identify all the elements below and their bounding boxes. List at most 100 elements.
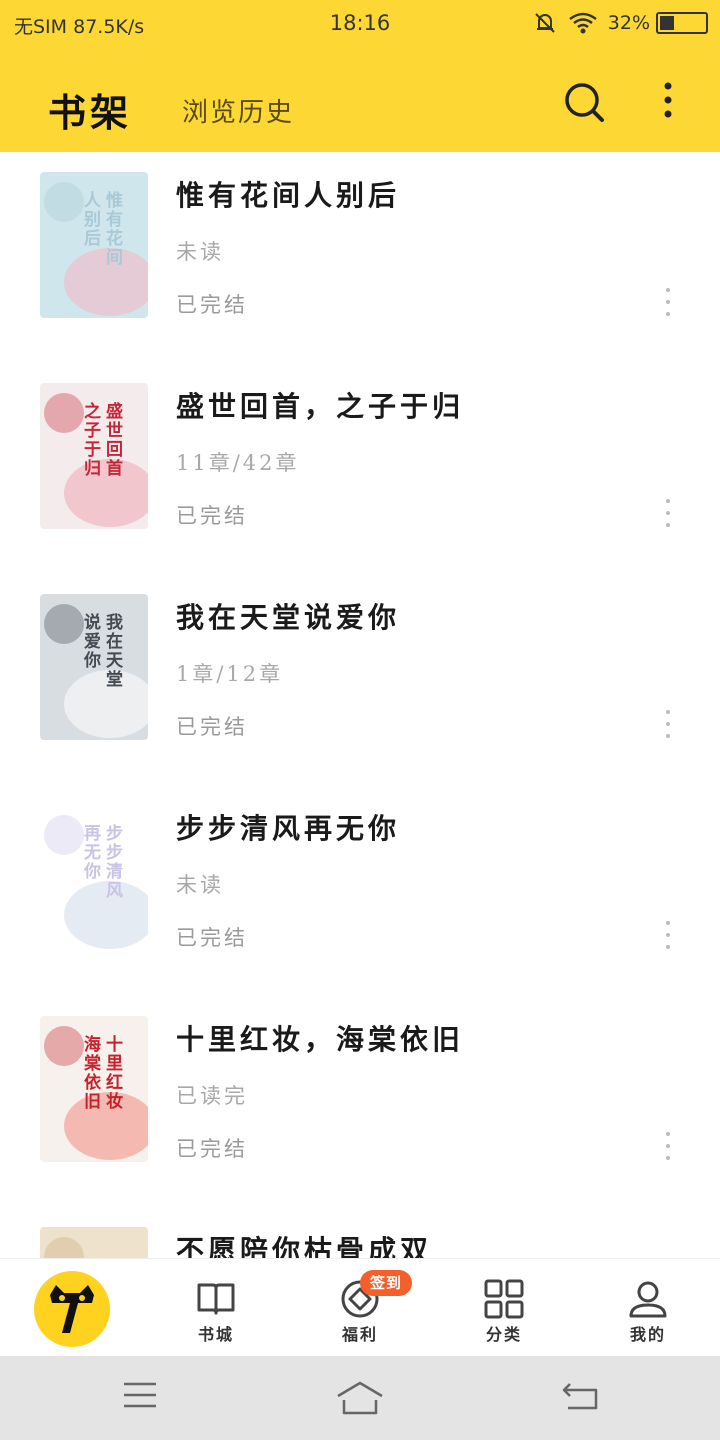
svg-text:天: 天 bbox=[106, 651, 124, 671]
nav-category[interactable]: 分类 bbox=[454, 1259, 554, 1357]
tab-browse-history[interactable]: 浏览历史 bbox=[182, 92, 294, 129]
book-title[interactable]: 惟有花间人别后 bbox=[176, 174, 400, 214]
book-status: 已完结 bbox=[176, 1137, 248, 1161]
more-menu-button[interactable] bbox=[652, 80, 684, 120]
book-title[interactable]: 步步清风再无你 bbox=[176, 807, 400, 847]
svg-text:在: 在 bbox=[106, 631, 123, 652]
nav-welfare-label: 福利 bbox=[341, 1325, 378, 1344]
search-button[interactable] bbox=[562, 80, 606, 124]
svg-text:于: 于 bbox=[84, 440, 101, 460]
book-row[interactable]: 惟有花间人别后惟有花间人别后 未读 已完结 bbox=[0, 152, 720, 363]
book-row[interactable]: 盛世回首 之子于归 盛世回首，之子于归 11章/42章 已完结 bbox=[0, 363, 720, 574]
more-dot bbox=[666, 933, 670, 937]
battery-percent: 32% bbox=[607, 12, 650, 34]
svg-text:之: 之 bbox=[84, 401, 101, 422]
more-dot bbox=[666, 523, 670, 527]
book-row[interactable]: 步步清风再无你步步清风再无你 未读 已完结 bbox=[0, 785, 720, 996]
svg-text:十: 十 bbox=[106, 1034, 123, 1055]
book-progress: 11章/42章 bbox=[176, 451, 300, 475]
svg-text:后: 后 bbox=[84, 229, 101, 249]
svg-text:我: 我 bbox=[106, 613, 123, 633]
book-status: 已完结 bbox=[176, 293, 248, 317]
svg-text:世: 世 bbox=[106, 421, 123, 441]
svg-text:无: 无 bbox=[83, 843, 101, 863]
book-cover[interactable] bbox=[40, 1227, 148, 1258]
book-more-icon[interactable] bbox=[658, 1130, 678, 1162]
book-title[interactable]: 盛世回首，之子于归 bbox=[176, 385, 464, 425]
more-vertical-icon bbox=[664, 82, 672, 118]
battery-icon bbox=[656, 12, 708, 34]
book-row[interactable]: 不愿陪你枯骨成双 bbox=[0, 1207, 720, 1258]
book-more-icon[interactable] bbox=[658, 708, 678, 740]
svg-text:妆: 妆 bbox=[106, 1091, 123, 1112]
battery-fill bbox=[660, 16, 674, 30]
book-cover[interactable]: 惟有花间 人别后 bbox=[40, 172, 148, 318]
book-cover[interactable]: 盛世回首 之子于归 bbox=[40, 383, 148, 529]
book-cover[interactable]: 我在天堂 说爱你 bbox=[40, 594, 148, 740]
more-dot bbox=[666, 312, 670, 316]
book-more-icon[interactable] bbox=[658, 919, 678, 951]
battery-indicator: 32% bbox=[608, 12, 708, 34]
nav-category-label: 分类 bbox=[485, 1325, 522, 1344]
app-header: 无SIM 87.5K/s 18:16 32% 书架 浏览历史 bbox=[0, 0, 720, 152]
bell-off-icon bbox=[535, 13, 555, 33]
menu-icon[interactable] bbox=[122, 1380, 158, 1410]
more-dot bbox=[666, 1144, 670, 1148]
svg-text:别: 别 bbox=[83, 210, 101, 230]
more-dot bbox=[666, 722, 670, 726]
svg-text:依: 依 bbox=[84, 1072, 102, 1093]
search-icon bbox=[565, 83, 604, 122]
cat-logo-icon bbox=[50, 1285, 94, 1333]
grid-icon bbox=[484, 1279, 524, 1319]
more-dot bbox=[666, 300, 670, 304]
svg-text:回: 回 bbox=[106, 440, 123, 460]
nav-bookstore[interactable]: 书城 bbox=[166, 1259, 266, 1357]
book-progress: 未读 bbox=[176, 873, 224, 897]
more-dot bbox=[666, 288, 670, 292]
book-cover-art: 惟有花间 人别后 bbox=[40, 172, 148, 318]
svg-text:有: 有 bbox=[106, 209, 123, 230]
home-icon[interactable] bbox=[336, 1380, 384, 1416]
book-cover-art: 十里红妆 海棠依旧 bbox=[40, 1016, 148, 1162]
svg-text:子: 子 bbox=[84, 421, 101, 441]
book-cover-art: 盛世回首 之子于归 bbox=[40, 383, 148, 529]
svg-text:红: 红 bbox=[106, 1072, 123, 1093]
book-cover[interactable]: 十里红妆 海棠依旧 bbox=[40, 1016, 148, 1162]
svg-text:爱: 爱 bbox=[84, 631, 101, 652]
book-more-icon[interactable] bbox=[658, 286, 678, 318]
book-row[interactable]: 我在天堂说爱你我在天堂说爱你 1章/12章 已完结 bbox=[0, 574, 720, 785]
more-dot bbox=[666, 945, 670, 949]
more-dot bbox=[666, 710, 670, 714]
book-status: 已完结 bbox=[176, 926, 248, 950]
svg-text:归: 归 bbox=[84, 458, 101, 479]
book-title[interactable]: 我在天堂说爱你 bbox=[176, 596, 400, 636]
svg-text:旧: 旧 bbox=[84, 1092, 101, 1112]
more-dot bbox=[666, 499, 670, 503]
more-dot bbox=[666, 921, 670, 925]
book-list: 惟有花间人别后惟有花间人别后 未读 已完结盛世回首之子于归盛世回首，之子于归 11章/… bbox=[0, 152, 720, 1258]
book-status: 已完结 bbox=[176, 715, 248, 739]
book-row[interactable]: 十里红妆 海棠依旧 十里红妆，海棠依旧已读完已完结 bbox=[0, 996, 720, 1207]
book-progress: 未读 bbox=[176, 240, 224, 264]
bookshelf-home-button[interactable] bbox=[34, 1271, 110, 1347]
book-title[interactable]: 不愿陪你枯骨成双 bbox=[176, 1229, 432, 1258]
svg-text:步: 步 bbox=[106, 842, 123, 863]
svg-text:再: 再 bbox=[84, 824, 101, 844]
more-dot bbox=[666, 734, 670, 738]
more-dot bbox=[666, 511, 670, 515]
nav-profile-label: 我的 bbox=[629, 1325, 666, 1344]
tab-bookshelf[interactable]: 书架 bbox=[48, 82, 132, 137]
book-cover[interactable]: 步步清风 再无你 bbox=[40, 805, 148, 951]
system-navigation-bar bbox=[0, 1356, 720, 1440]
book-status: 已完结 bbox=[176, 504, 248, 528]
status-right: 32% bbox=[532, 10, 708, 36]
book-cover-art bbox=[40, 1227, 148, 1258]
checkin-badge[interactable]: 签到 bbox=[360, 1270, 412, 1296]
book-progress: 已读完 bbox=[176, 1084, 248, 1108]
book-more-icon[interactable] bbox=[658, 497, 678, 529]
nav-profile[interactable]: 我的 bbox=[598, 1259, 698, 1357]
back-icon[interactable] bbox=[560, 1380, 600, 1412]
svg-text:花: 花 bbox=[106, 228, 123, 249]
book-open-icon bbox=[197, 1283, 235, 1315]
book-title[interactable]: 十里红妆，海棠依旧 bbox=[176, 1018, 464, 1058]
